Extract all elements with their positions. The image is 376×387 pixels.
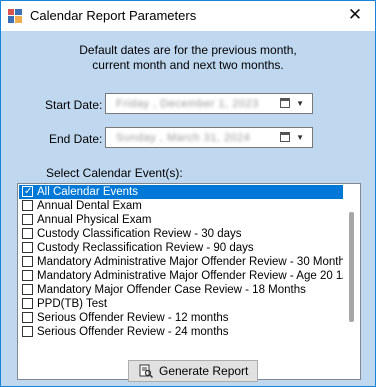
- app-icon: [8, 9, 22, 23]
- list-item-label: Mandatory Administrative Major Offender …: [37, 256, 351, 268]
- end-date-label: End Date:: [49, 132, 103, 146]
- checkbox[interactable]: [22, 214, 33, 225]
- generate-report-label: Generate Report: [159, 364, 249, 378]
- generate-report-button[interactable]: Generate Report: [128, 360, 258, 382]
- scrollbar[interactable]: [343, 184, 360, 379]
- list-item-label: Annual Physical Exam: [37, 214, 152, 226]
- list-item-label: Mandatory Administrative Major Offender …: [37, 270, 352, 282]
- start-date-picker[interactable]: Friday , December 1, 2023 ▼: [105, 93, 313, 114]
- list-item[interactable]: Mandatory Administrative Major Offender …: [19, 255, 351, 269]
- list-item[interactable]: PPD(TB) Test: [19, 297, 345, 311]
- list-item[interactable]: Custody Classification Review - 30 days: [19, 227, 345, 241]
- list-item-label: Annual Dental Exam: [37, 200, 142, 212]
- list-item-label: Serious Offender Review - 24 months: [37, 326, 229, 338]
- checkbox[interactable]: [22, 298, 33, 309]
- checkbox[interactable]: [22, 185, 33, 199]
- end-date-value: Sunday , March 31, 2024: [116, 132, 251, 144]
- list-item[interactable]: Mandatory Major Offender Case Review - 1…: [19, 283, 345, 297]
- list-item-label: Mandatory Major Offender Case Review - 1…: [37, 284, 306, 296]
- list-item-label: All Calendar Events: [37, 186, 138, 198]
- start-date-value: Friday , December 1, 2023: [116, 98, 259, 110]
- list-item[interactable]: Serious Offender Review - 24 months: [19, 325, 345, 339]
- list-item[interactable]: Custody Reclassification Review - 90 day…: [19, 241, 345, 255]
- events-label: Select Calendar Event(s):: [46, 166, 183, 180]
- end-date-picker[interactable]: Sunday , March 31, 2024 ▼: [105, 127, 313, 148]
- dialog-window: Calendar Report Parameters ✕ Default dat…: [0, 0, 376, 387]
- calendar-icon[interactable]: [280, 132, 290, 142]
- scrollbar-thumb[interactable]: [349, 212, 354, 322]
- checkbox[interactable]: [22, 256, 33, 267]
- chevron-down-icon[interactable]: ▼: [296, 133, 304, 142]
- description-line-1: Default dates are for the previous month…: [79, 43, 297, 57]
- list-item[interactable]: Mandatory Administrative Major Offender …: [19, 269, 352, 283]
- description: Default dates are for the previous month…: [1, 43, 375, 73]
- checkbox[interactable]: [22, 242, 33, 253]
- checkbox[interactable]: [22, 200, 33, 211]
- list-item[interactable]: All Calendar Events: [19, 185, 345, 199]
- window-title: Calendar Report Parameters: [30, 8, 197, 23]
- checkbox[interactable]: [22, 270, 33, 281]
- report-icon: [139, 364, 153, 378]
- chevron-down-icon[interactable]: ▼: [296, 99, 304, 108]
- events-checklist[interactable]: All Calendar Events Annual Dental Exam A…: [17, 183, 361, 380]
- checkbox[interactable]: [22, 228, 33, 239]
- list-item[interactable]: Annual Dental Exam: [19, 199, 345, 213]
- description-line-2: current month and next two months.: [92, 58, 284, 72]
- list-item-label: Serious Offender Review - 12 months: [37, 312, 229, 324]
- checkbox[interactable]: [22, 312, 33, 323]
- list-item-label: PPD(TB) Test: [37, 298, 108, 310]
- title-bar: Calendar Report Parameters ✕: [1, 1, 375, 31]
- dialog-body: Default dates are for the previous month…: [1, 31, 375, 386]
- start-date-label: Start Date:: [45, 98, 103, 112]
- close-icon[interactable]: ✕: [335, 1, 375, 31]
- checkbox[interactable]: [22, 326, 33, 337]
- list-item-label: Custody Reclassification Review - 90 day…: [37, 242, 254, 254]
- calendar-icon[interactable]: [280, 98, 290, 108]
- list-item[interactable]: Annual Physical Exam: [19, 213, 345, 227]
- list-item[interactable]: Serious Offender Review - 12 months: [19, 311, 345, 325]
- list-item-label: Custody Classification Review - 30 days: [37, 228, 242, 240]
- checkbox[interactable]: [22, 284, 33, 295]
